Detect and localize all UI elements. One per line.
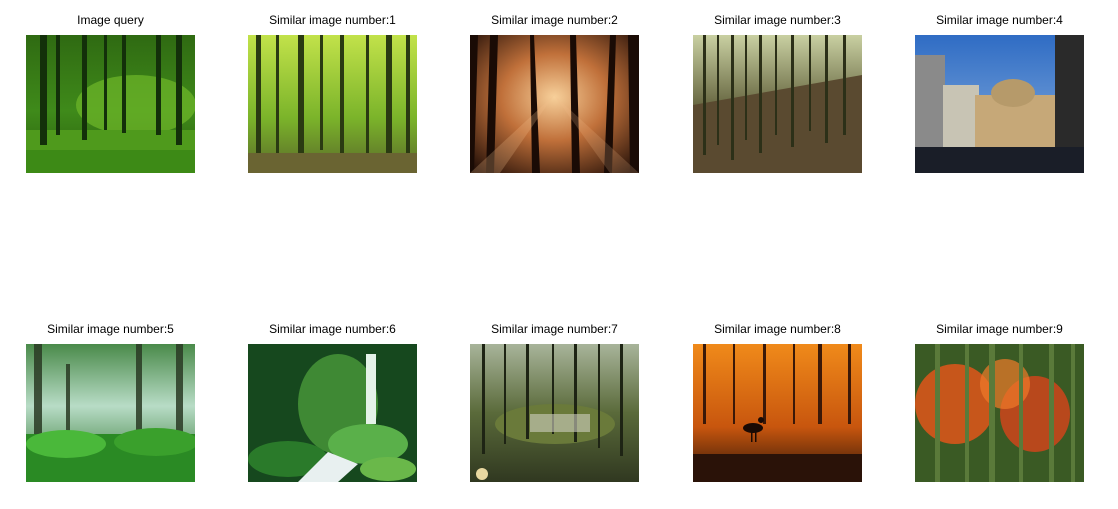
similar-image-7-caption: Similar image number:7 (491, 322, 618, 336)
query-image-caption: Image query (77, 13, 144, 27)
similar-image-4-thumbnail (915, 35, 1084, 173)
similar-image-2-thumbnail (470, 35, 639, 173)
similar-image-6-caption: Similar image number:6 (269, 322, 396, 336)
similar-image-7-thumbnail (470, 344, 639, 482)
similar-image-1-caption: Similar image number:1 (269, 13, 396, 27)
similar-image-1-thumbnail (248, 35, 417, 173)
similar-image-4-caption: Similar image number:4 (936, 13, 1063, 27)
query-image-thumbnail (26, 35, 195, 173)
similar-image-5-thumbnail (26, 344, 195, 482)
similar-image-3-caption: Similar image number:3 (714, 13, 841, 27)
similar-image-9-thumbnail (915, 344, 1084, 482)
similar-image-8-thumbnail (693, 344, 862, 482)
similar-image-6-thumbnail (248, 344, 417, 482)
similar-image-3-thumbnail (693, 35, 862, 173)
similar-image-9-caption: Similar image number:9 (936, 322, 1063, 336)
similar-image-8-caption: Similar image number:8 (714, 322, 841, 336)
similar-image-2-caption: Similar image number:2 (491, 13, 618, 27)
similar-image-5-caption: Similar image number:5 (47, 322, 174, 336)
